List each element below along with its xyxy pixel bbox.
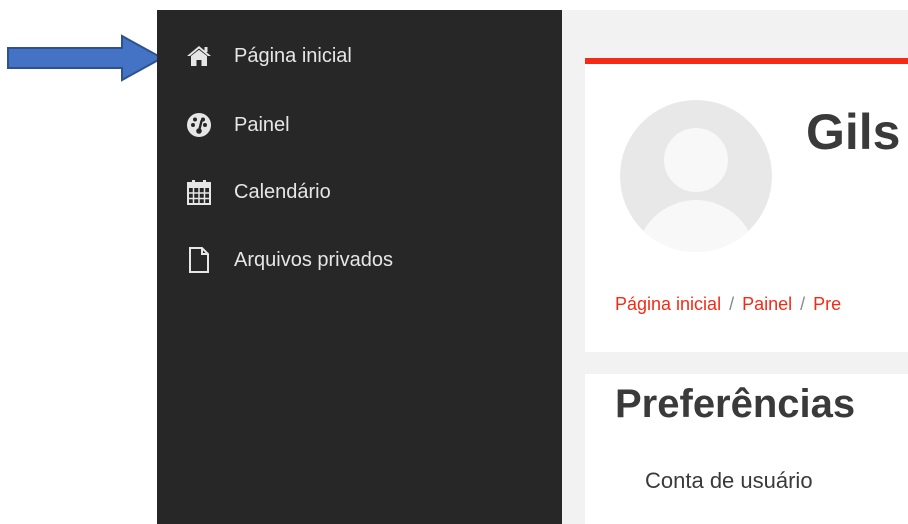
calendar-icon	[185, 178, 213, 206]
annotation-arrow-icon	[7, 34, 165, 82]
page-title: Preferências	[615, 382, 856, 426]
avatar	[620, 100, 772, 252]
sidebar-nav: Página inicial Painel Calendário Arquivo…	[157, 10, 562, 524]
avatar-body	[636, 200, 756, 252]
sidebar-item-label: Arquivos privados	[234, 249, 393, 271]
page-header: Gils Página inicial / Painel / Pre	[585, 58, 908, 352]
home-icon	[185, 42, 213, 70]
breadcrumb-link-pagina-inicial[interactable]: Página inicial	[615, 294, 721, 314]
sidebar-item-painel[interactable]: Painel	[157, 103, 562, 147]
avatar-head	[664, 128, 728, 192]
file-icon	[185, 246, 213, 274]
breadcrumb-link-painel[interactable]: Painel	[742, 294, 792, 314]
breadcrumb-link-preferencias[interactable]: Pre	[813, 294, 841, 314]
screenshot-canvas: Página inicial Painel Calendário Arquivo…	[0, 0, 908, 524]
sidebar-item-label: Calendário	[234, 181, 331, 203]
sidebar-item-arquivos-privados[interactable]: Arquivos privados	[157, 238, 562, 282]
sidebar-item-label: Página inicial	[234, 45, 352, 67]
section-label-conta-de-usuario: Conta de usuário	[645, 468, 813, 493]
sidebar-item-pagina-inicial[interactable]: Página inicial	[157, 34, 562, 78]
breadcrumb-separator: /	[800, 294, 806, 314]
breadcrumb-separator: /	[729, 294, 735, 314]
user-name: Gils	[806, 104, 901, 160]
main-content: Gils Página inicial / Painel / Pre Preferênc…	[562, 10, 908, 524]
dashboard-icon	[185, 111, 213, 139]
breadcrumb: Página inicial / Painel / Pre	[615, 292, 841, 316]
sidebar-item-label: Painel	[234, 114, 290, 136]
preferences-card: Preferências Conta de usuário	[585, 374, 908, 524]
sidebar-item-calendario[interactable]: Calendário	[157, 170, 562, 214]
